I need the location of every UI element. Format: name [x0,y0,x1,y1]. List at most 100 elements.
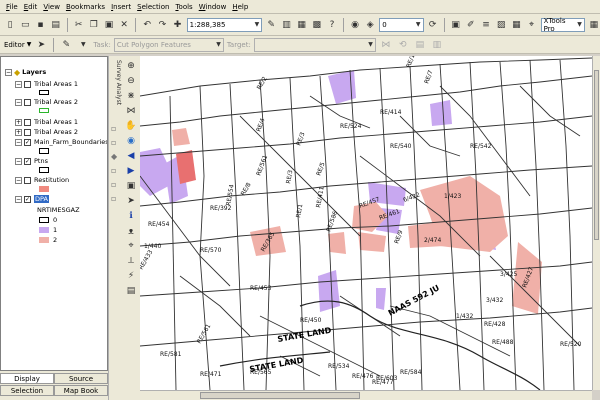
menu-insert[interactable]: Insert [111,3,131,11]
target-combo[interactable]: ▼ [253,37,376,52]
survey-tool-icon[interactable]: ▫ [111,166,121,175]
menu-edit[interactable]: Edit [24,3,38,11]
survey-tool-icon[interactable]: ◆ [111,152,121,161]
editor-toolbar-icon[interactable]: ✎ [265,18,277,32]
tab-selection[interactable]: Selection [0,385,54,396]
tab-map-book[interactable]: Map Book [54,385,108,396]
value-combo[interactable]: 0 ▼ [379,17,424,32]
arccatalog-icon[interactable]: ▦ [296,18,308,32]
menu-window[interactable]: Window [199,3,227,11]
snap-icon[interactable]: ⌖ [525,18,537,32]
layer-checkbox[interactable] [24,118,31,126]
menu-file[interactable]: File [6,3,18,11]
collapse-icon[interactable]: − [5,68,12,76]
full-extent-globe-icon[interactable]: ◉ [125,135,137,147]
expand-icon[interactable]: − [15,80,22,88]
layer-checkbox[interactable] [24,98,31,106]
expand-icon[interactable]: + [15,128,22,136]
go-to-xy-icon[interactable]: ⌖ [125,240,137,252]
pan-hand-icon[interactable]: ✋ [125,120,137,132]
layer-checkbox-checked[interactable]: ✓ [24,195,31,203]
sketch-properties-icon[interactable]: ▥ [430,38,444,52]
xtools-grid-icon[interactable]: ▦ [588,18,600,32]
map-vertical-scrollbar[interactable] [592,56,600,390]
help-icon[interactable]: ? [326,18,338,32]
split-tool-icon[interactable]: ⋈ [379,38,393,52]
menu-tools[interactable]: Tools [175,3,192,11]
editor-menu[interactable]: Editor ▼ [4,41,31,49]
toc-layer-tribal-areas-1b[interactable]: + Tribal Areas 1 [15,117,78,127]
arctoolbox-icon[interactable]: ▥ [280,18,292,32]
zoom-out-icon[interactable]: ⊖ [125,75,137,87]
menu-help[interactable]: Help [232,3,248,11]
menu-selection[interactable]: Selection [137,3,169,11]
identify-icon[interactable]: ℹ [125,210,137,222]
collapse-icon[interactable]: − [15,195,22,203]
expand-icon[interactable]: − [15,98,22,106]
globe-icon[interactable]: ◉ [349,18,361,32]
print-icon[interactable]: ▤ [50,18,62,32]
scroll-thumb[interactable] [200,392,360,399]
chevron-down-icon[interactable]: ▼ [76,38,90,52]
find-binoculars-icon[interactable]: ᴥ [125,225,137,237]
zoom-in-icon[interactable]: ⊕ [125,60,137,72]
layer-checkbox[interactable] [24,128,31,136]
collapse-icon[interactable]: − [15,157,22,165]
fixed-zoom-out-icon[interactable]: ⋈ [125,105,137,117]
menu-view[interactable]: View [43,3,60,11]
scroll-thumb[interactable] [594,70,599,240]
toc-layer-dpa[interactable]: − ✓ DPA [15,194,49,204]
survey-tool-icon[interactable]: ▫ [111,194,121,203]
identify-tool-icon[interactable]: ▣ [450,18,462,32]
html-popup-icon[interactable]: ▤ [125,285,137,297]
command-line-icon[interactable]: ▩ [311,18,323,32]
delete-icon[interactable]: ✕ [118,18,130,32]
edit-arrow-icon[interactable]: ➤ [34,38,48,52]
toc-root[interactable]: − ◆ Layers [5,67,46,77]
undo-icon[interactable]: ↶ [141,18,153,32]
rotate-tool-icon[interactable]: ⟲ [396,38,410,52]
tab-display[interactable]: Display [0,373,54,384]
sketch-tool-icon[interactable]: ✎ [59,38,73,52]
collapse-icon[interactable]: − [15,138,22,146]
collapse-icon[interactable]: − [15,176,22,184]
xtools-pro-menu[interactable]: XTools Pro ▼ [540,17,585,33]
toc-layer-tribal-areas-2b[interactable]: + Tribal Areas 2 [15,127,78,137]
copy-icon[interactable]: ❐ [88,18,100,32]
toc-layer-main-farm-boundaries[interactable]: − ✓ Main_Farm_Boundaries [15,137,107,147]
map-horizontal-scrollbar[interactable] [140,390,592,400]
refresh-icon[interactable]: ⟳ [427,18,439,32]
hyperlink-icon[interactable]: ⚡ [125,270,137,282]
new-document-icon[interactable]: ▯ [4,18,16,32]
survey-tool-icon[interactable]: ▫ [111,180,121,189]
expand-icon[interactable]: + [15,118,22,126]
toc-layer-tribal-areas-1[interactable]: − Tribal Areas 1 [15,79,78,89]
add-data-icon[interactable]: ✚ [171,18,183,32]
measure-icon[interactable]: ⟂ [125,255,137,267]
survey-tool-icon[interactable]: ▫ [111,138,121,147]
layer-checkbox[interactable] [24,80,31,88]
open-folder-icon[interactable]: ▭ [19,18,31,32]
chart-icon[interactable]: ▨ [495,18,507,32]
cut-icon[interactable]: ✂ [73,18,85,32]
paste-icon[interactable]: ▣ [103,18,115,32]
layer-icon[interactable]: ◈ [364,18,376,32]
toc-layer-restitution[interactable]: − Restitution [15,175,69,185]
pencil-icon[interactable]: ✐ [465,18,477,32]
layer-checkbox[interactable] [24,176,31,184]
tab-source[interactable]: Source [54,373,108,384]
map-view[interactable]: RE/162 RE/2 RE/414 RE/524 RE/4 RE/3 RE/542 RE/5… [140,56,592,390]
menu-bookmarks[interactable]: Bookmarks [66,3,105,11]
layer-checkbox-checked[interactable]: ✓ [24,138,31,146]
select-features-icon[interactable]: ▣ [125,180,137,192]
survey-tool-icon[interactable]: ▫ [111,124,121,133]
fixed-zoom-in-icon[interactable]: ⋇ [125,90,137,102]
layer-checkbox-checked[interactable]: ✓ [24,157,31,165]
toc-layer-ptns[interactable]: − ✓ Ptns [15,156,48,166]
layers-icon[interactable]: ≡ [480,18,492,32]
forward-arrow-icon[interactable]: ▶ [125,165,137,177]
redo-icon[interactable]: ↷ [156,18,168,32]
back-arrow-icon[interactable]: ◀ [125,150,137,162]
table-icon[interactable]: ▦ [510,18,522,32]
task-combo[interactable]: Cut Polygon Features ▼ [113,37,224,52]
